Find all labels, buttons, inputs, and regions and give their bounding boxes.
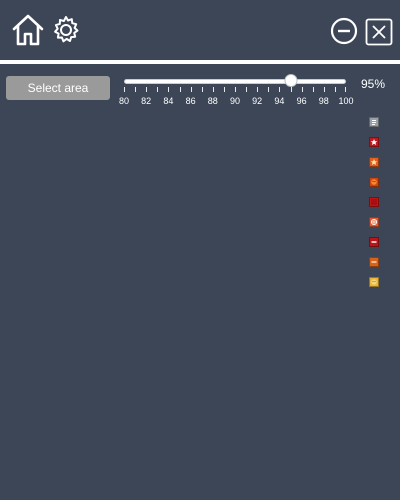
slider-tick xyxy=(157,87,159,92)
slider-tick xyxy=(345,87,346,92)
slider-tick xyxy=(179,87,181,92)
slider-tick-label: 96 xyxy=(296,96,307,106)
warning-face-icon[interactable] xyxy=(369,177,379,187)
star-orange-icon[interactable] xyxy=(369,157,379,167)
slider-tick xyxy=(290,87,292,92)
slider-ticks xyxy=(124,87,346,93)
crosshair-icon[interactable] xyxy=(369,217,379,227)
minus-circle-icon[interactable] xyxy=(330,17,358,45)
slider-tick-label: 98 xyxy=(318,96,329,106)
slider-track[interactable] xyxy=(124,79,346,84)
slider-thumb[interactable] xyxy=(284,74,297,87)
header-divider xyxy=(0,60,400,64)
slider-tick-label: 80 xyxy=(118,96,130,106)
slider-tick-label: 86 xyxy=(185,96,196,106)
slider-tick xyxy=(124,87,125,92)
slider-tick-label: 94 xyxy=(274,96,285,106)
slider-tick xyxy=(334,87,336,92)
list-icon[interactable] xyxy=(369,117,379,127)
slider-tick xyxy=(223,87,225,92)
slider-tick xyxy=(201,87,203,92)
slider-tick-label: 88 xyxy=(207,96,218,106)
slider-tick-label: 84 xyxy=(163,96,174,106)
slider-tick xyxy=(246,87,248,92)
slider-tick xyxy=(301,87,303,92)
legend-icon-column xyxy=(369,117,381,297)
face-yellow-icon[interactable] xyxy=(369,277,379,287)
threshold-slider[interactable]: 80 82 84 86 88 90 92 94 96 98 100 xyxy=(119,72,354,110)
slider-tick-label: 82 xyxy=(141,96,152,106)
dash-orange-icon[interactable] xyxy=(369,257,379,267)
slider-tick xyxy=(279,87,281,92)
gear-icon[interactable] xyxy=(50,14,82,46)
slider-tick xyxy=(135,87,137,92)
slider-tick-label: 90 xyxy=(229,96,241,106)
slider-tick xyxy=(268,87,270,92)
slider-tick xyxy=(235,87,236,92)
slider-tick-label: 100 xyxy=(338,96,354,106)
slider-value-label: 95% xyxy=(361,77,386,91)
slider-tick xyxy=(190,87,192,92)
slider-tick xyxy=(257,87,259,92)
slider-tick-label: 92 xyxy=(252,96,263,106)
select-area-button[interactable]: Select area xyxy=(6,76,110,100)
slider-tick xyxy=(212,87,214,92)
slider-tick xyxy=(168,87,170,92)
slider-tick-labels: 80 82 84 86 88 90 92 94 96 98 100 xyxy=(119,96,354,108)
toolbar xyxy=(0,0,400,60)
slider-tick xyxy=(312,87,314,92)
minus-badge-icon[interactable] xyxy=(369,237,379,247)
slider-tick xyxy=(323,87,325,92)
slider-tick xyxy=(146,87,148,92)
red-square-icon[interactable] xyxy=(369,197,379,207)
close-box-icon[interactable] xyxy=(365,18,393,46)
home-icon[interactable] xyxy=(11,13,45,47)
star-badge-icon[interactable] xyxy=(369,137,379,147)
